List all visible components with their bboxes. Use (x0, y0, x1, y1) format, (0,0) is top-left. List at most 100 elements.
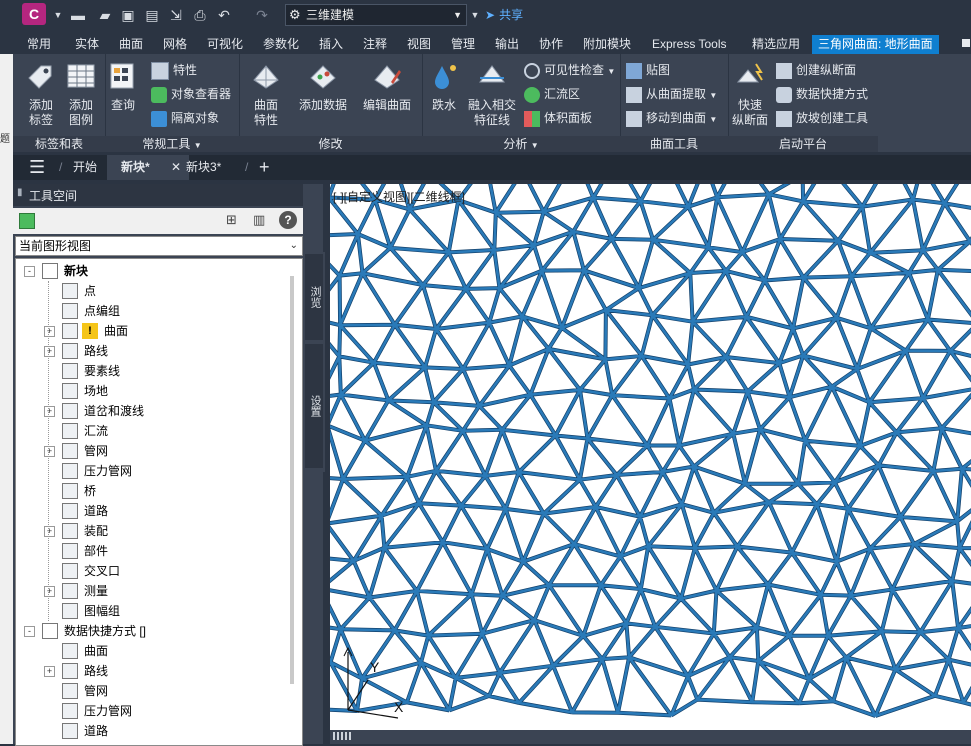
extract-from-surface-button[interactable]: 从曲面提取 ▼ (626, 84, 717, 104)
toolspace-header[interactable]: ▮ 工具空间 (13, 184, 303, 206)
tab-manage[interactable]: 管理 (451, 35, 475, 54)
hamburger-menu-icon[interactable]: ☰ (29, 155, 45, 180)
tree-node[interactable]: 压力管网 (16, 701, 286, 721)
tab-insert[interactable]: 插入 (319, 35, 343, 54)
list-view-icon[interactable]: ▥ (253, 213, 267, 227)
collapse-icon[interactable]: - (24, 626, 35, 637)
tab-annotate[interactable]: 注释 (363, 35, 387, 54)
tab-addins[interactable]: 附加模块 (583, 35, 631, 54)
tree-node[interactable]: 要素线 (16, 361, 286, 381)
tree-node[interactable]: + 路线 (16, 661, 286, 681)
close-icon[interactable]: ✕ (171, 155, 181, 180)
viewport-controls-label[interactable]: [-][自定义视图][二维线框] (333, 188, 465, 205)
tab-tin-surface[interactable]: 三角网曲面: 地形曲面 (812, 35, 939, 54)
side-tab-settings[interactable]: 设置 (305, 344, 323, 468)
undo-icon[interactable]: ↶ (214, 5, 234, 25)
grading-tools-button[interactable]: 放坡创建工具 (776, 108, 868, 128)
tab-collaborate[interactable]: 协作 (539, 35, 563, 54)
visibility-check-button[interactable]: 可见性检查 ▼ (524, 60, 615, 80)
tree-node[interactable]: + 道岔和渡线 (16, 401, 286, 421)
tree-node[interactable]: 场地 (16, 381, 286, 401)
tab-output[interactable]: 输出 (495, 35, 519, 54)
save-icon[interactable]: ▣ (118, 5, 138, 25)
grip-handle-icon[interactable] (333, 732, 353, 740)
tree-node[interactable]: 道路 (16, 721, 286, 741)
tree-node[interactable]: 桥 (16, 481, 286, 501)
tree-node[interactable]: + 测量 (16, 581, 286, 601)
add-labels-button[interactable]: 添加 标签 (23, 60, 59, 128)
tree-node[interactable]: 点编组 (16, 301, 286, 321)
intersect-featureline-button[interactable]: 融入相交 特征线 (466, 60, 518, 128)
drawing-icon[interactable] (19, 213, 35, 229)
object-viewer-button[interactable]: 对象查看器 (151, 84, 231, 104)
doc-tab-start[interactable]: 开始 (73, 155, 97, 180)
new-tab-button[interactable]: + (259, 155, 270, 180)
open-file-icon[interactable]: ▰ (95, 5, 115, 25)
save-as-icon[interactable]: ▤ (142, 5, 162, 25)
tab-mesh[interactable]: 网格 (163, 35, 187, 54)
app-menu-caret-icon[interactable]: ▼ (48, 5, 68, 25)
drawing-viewport[interactable] (330, 184, 971, 730)
tree-node[interactable]: 部件 (16, 541, 286, 561)
tree-node[interactable]: 管网 (16, 681, 286, 701)
tree-scrollbar[interactable] (290, 276, 294, 684)
tree-node[interactable]: 汇流 (16, 421, 286, 441)
tab-home[interactable]: 常用 (27, 35, 51, 54)
tab-solid[interactable]: 实体 (75, 35, 99, 54)
quick-profile-button[interactable]: 快速 纵断面 (730, 60, 770, 128)
move-to-surface-button[interactable]: 移动到曲面 ▼ (626, 108, 717, 128)
share-button[interactable]: ➤ 共享 (485, 5, 523, 25)
tree-node[interactable]: - 数据快捷方式 [] (16, 621, 286, 641)
doc-tab-active[interactable]: 新块* ✕ (107, 155, 189, 180)
drape-image-button[interactable]: 贴图 (626, 60, 670, 80)
expand-icon[interactable]: + (44, 346, 55, 357)
tree-node[interactable]: 道路 (16, 501, 286, 521)
view-select[interactable]: 当前图形视图 ⌄ (15, 236, 303, 256)
new-file-icon[interactable]: ▬ (68, 5, 88, 25)
doc-tab-second[interactable]: 新块3* (186, 155, 221, 180)
add-data-button[interactable]: 添加数据 (295, 60, 351, 113)
edit-surface-button[interactable]: 编辑曲面 (359, 60, 415, 113)
panel-title-general-tools[interactable]: 常规工具 ▼ (105, 136, 239, 152)
app-logo[interactable]: C (22, 3, 46, 25)
customize-caret-icon[interactable]: ▼ (465, 5, 485, 25)
tree-view-icon[interactable]: ⊞ (226, 213, 240, 227)
tab-view[interactable]: 视图 (407, 35, 431, 54)
side-tab-prospector[interactable]: 浏览 (305, 254, 323, 340)
add-legend-button[interactable]: 添加 图例 (63, 60, 99, 128)
tree-node[interactable]: + 管网 (16, 441, 286, 461)
tree-node[interactable]: +! 曲面 (16, 321, 286, 341)
tree-node[interactable]: 点 (16, 281, 286, 301)
tree-node[interactable]: + 装配 (16, 521, 286, 541)
catchment-button[interactable]: 汇流区 (524, 84, 580, 104)
expand-icon[interactable]: + (44, 446, 55, 457)
import-icon[interactable]: ⇲ (166, 5, 186, 25)
tree-node[interactable]: 压力管网 (16, 461, 286, 481)
workspace-select[interactable]: ⚙ 三维建模 ▼ (285, 4, 467, 26)
help-icon[interactable]: ? (279, 211, 297, 229)
tab-express-tools[interactable]: Express Tools (652, 35, 726, 54)
data-shortcuts-button[interactable]: 数据快捷方式 (776, 84, 868, 104)
tab-visualize[interactable]: 可视化 (207, 35, 243, 54)
tree-node[interactable]: + 路线 (16, 341, 286, 361)
tree-node[interactable]: 交叉口 (16, 561, 286, 581)
properties-button[interactable]: 特性 (151, 60, 197, 80)
isolate-button[interactable]: 隔离对象 (151, 108, 219, 128)
query-button[interactable]: 查询 (107, 60, 139, 113)
expand-icon[interactable]: + (44, 326, 55, 337)
collapse-icon[interactable]: - (24, 266, 35, 277)
expand-icon[interactable]: + (44, 666, 55, 677)
expand-icon[interactable]: + (44, 586, 55, 597)
tree-node[interactable]: 图幅组 (16, 601, 286, 621)
expand-icon[interactable]: + (44, 526, 55, 537)
tab-surface[interactable]: 曲面 (119, 35, 143, 54)
panel-title-analyze[interactable]: 分析 ▼ (422, 136, 620, 152)
ribbon-minimize-icon[interactable] (962, 39, 970, 47)
expand-icon[interactable]: + (44, 406, 55, 417)
tree-node[interactable]: - 新块 (16, 261, 286, 281)
tree-node[interactable]: 曲面 (16, 641, 286, 661)
water-drop-button[interactable]: 跌水 (424, 60, 464, 113)
create-profile-button[interactable]: 创建纵断面 (776, 60, 856, 80)
redo-icon[interactable]: ↷ (252, 5, 272, 25)
volume-panel-button[interactable]: 体积面板 (524, 108, 592, 128)
